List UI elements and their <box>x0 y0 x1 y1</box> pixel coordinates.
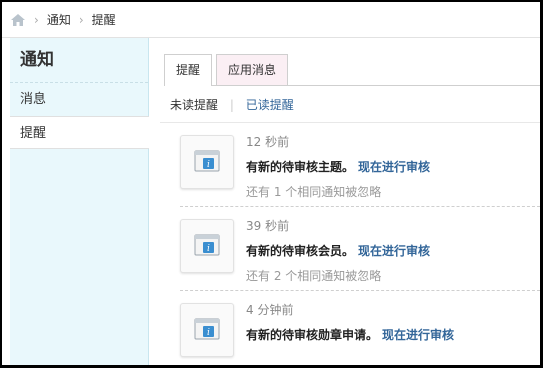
sidebar-item-messages[interactable]: 消息 <box>10 83 148 117</box>
tab-bar: 提醒 应用消息 <box>164 54 540 86</box>
notice-text: 有新的待审核勋章申请。 <box>246 328 379 342</box>
notice-time: 12 秒前 <box>246 135 290 149</box>
svg-text:i: i <box>207 328 210 338</box>
home-icon[interactable] <box>10 13 26 27</box>
unread-reminders-link[interactable]: 未读提醒 <box>170 98 218 112</box>
breadcrumb-item-notice[interactable]: 通知 <box>47 11 71 28</box>
svg-text:i: i <box>207 244 210 254</box>
breadcrumb-item-remind[interactable]: 提醒 <box>92 11 116 28</box>
review-now-link[interactable]: 现在进行审核 <box>358 244 430 258</box>
chevron-right-icon: › <box>78 12 84 27</box>
system-notice-icon: i <box>180 219 234 273</box>
notice-message: 有新的待审核会员。 现在进行审核 <box>246 242 430 259</box>
ignored-count: 还有 2 个相同通知被忽略 <box>246 269 382 283</box>
notice-message: 有新的待审核勋章申请。 现在进行审核 <box>246 326 454 343</box>
breadcrumb: › 通知 › 提醒 <box>2 2 540 38</box>
sidebar-item-reminders[interactable]: 提醒 <box>10 116 149 149</box>
divider: | <box>229 98 234 112</box>
sidebar-title: 通知 <box>10 38 148 83</box>
read-reminders-link[interactable]: 已读提醒 <box>246 98 294 112</box>
notice-list: i 12 秒前 有新的待审核主题。 现在进行审核 还有 1 个相同通知被忽略 i … <box>160 122 540 365</box>
svg-text:i: i <box>207 160 210 170</box>
notice-time: 39 秒前 <box>246 219 290 233</box>
ignored-count: 还有 1 个相同通知被忽略 <box>246 185 382 199</box>
notice-message: 有新的待审核主题。 现在进行审核 <box>246 158 430 175</box>
notice-time: 4 分钟前 <box>246 303 294 317</box>
tab-app-messages[interactable]: 应用消息 <box>216 54 289 85</box>
tab-reminders[interactable]: 提醒 <box>164 54 213 86</box>
system-notice-icon: i <box>180 303 234 357</box>
list-item: i 4 分钟前 有新的待审核勋章申请。 现在进行审核 <box>180 291 540 365</box>
sidebar: 通知 消息 提醒 <box>10 38 149 365</box>
app-window: › 通知 › 提醒 通知 消息 提醒 提醒 应用消息 未读提醒 | 已读提醒 i… <box>2 2 540 365</box>
main-content: 提醒 应用消息 未读提醒 | 已读提醒 i 12 秒前 有新的待审核主题。 现在进 <box>160 38 540 365</box>
chevron-right-icon: › <box>34 12 39 27</box>
system-notice-icon: i <box>180 135 234 189</box>
list-item: i 12 秒前 有新的待审核主题。 现在进行审核 还有 1 个相同通知被忽略 <box>180 123 540 207</box>
review-now-link[interactable]: 现在进行审核 <box>358 160 430 174</box>
notice-text: 有新的待审核主题。 <box>246 160 355 174</box>
filter-links: 未读提醒 | 已读提醒 <box>170 96 294 113</box>
list-item: i 39 秒前 有新的待审核会员。 现在进行审核 还有 2 个相同通知被忽略 <box>180 207 540 291</box>
review-now-link[interactable]: 现在进行审核 <box>382 328 454 342</box>
notice-text: 有新的待审核会员。 <box>246 244 355 258</box>
